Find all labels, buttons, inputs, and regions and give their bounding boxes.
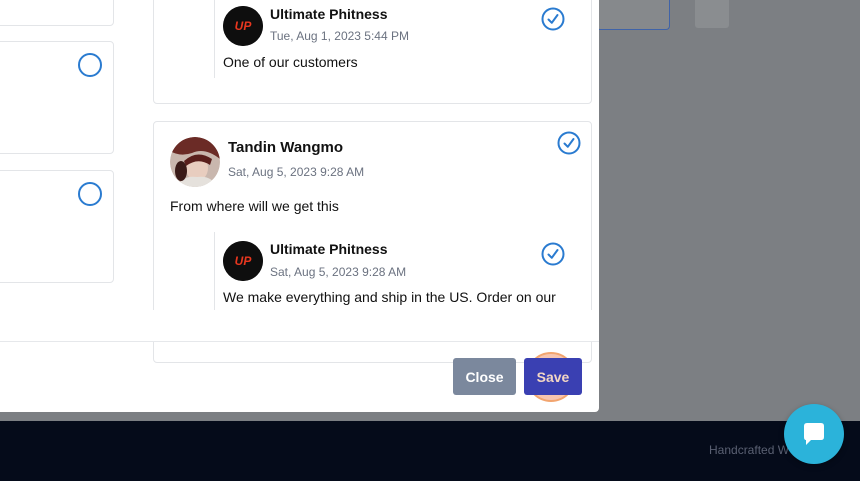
comment-card: UP Ultimate Phitness Tue, Aug 1, 2023 5:… (153, 0, 592, 104)
comment-timestamp: Sat, Aug 5, 2023 9:28 AM (228, 165, 365, 179)
ultimate-phitness-avatar: UP (223, 241, 263, 281)
left-card[interactable] (0, 0, 114, 26)
comment-author: Ultimate Phitness (270, 241, 388, 257)
scroll-area-mask (0, 310, 599, 341)
chat-widget-button[interactable] (784, 404, 844, 464)
close-button[interactable]: Close (453, 358, 516, 395)
radio-circle-icon[interactable] (78, 53, 102, 77)
left-card[interactable] (0, 170, 114, 283)
up-logo: UP (223, 6, 263, 46)
reply-thread-line (214, 0, 215, 78)
tandin-wangmo-avatar (170, 137, 220, 187)
comment-text: We make everything and ship in the US. O… (223, 289, 556, 305)
modal-footer-divider (0, 341, 599, 342)
chat-icon (804, 423, 824, 445)
save-button[interactable]: Save (524, 358, 582, 395)
comment-timestamp: Tue, Aug 1, 2023 5:44 PM (270, 29, 409, 43)
svg-text:UP: UP (235, 19, 253, 33)
comment-author: Tandin Wangmo (228, 139, 343, 156)
background-square-button (695, 0, 729, 28)
up-logo: UP (223, 241, 263, 281)
user-photo (170, 137, 220, 187)
comment-author: Ultimate Phitness (270, 6, 388, 22)
check-circle-icon[interactable] (541, 7, 565, 31)
comment-text: From where will we get this (170, 198, 339, 214)
background-outlined-field (596, 0, 670, 30)
check-circle-icon[interactable] (557, 131, 581, 155)
comments-modal: UP Ultimate Phitness Tue, Aug 1, 2023 5:… (0, 0, 599, 412)
radio-circle-icon[interactable] (78, 182, 102, 206)
comment-timestamp: Sat, Aug 5, 2023 9:28 AM (270, 265, 407, 279)
save-button-label: Save (536, 368, 570, 385)
check-circle-icon[interactable] (541, 242, 565, 266)
svg-text:UP: UP (235, 254, 253, 268)
ultimate-phitness-avatar: UP (223, 6, 263, 46)
comment-text: One of our customers (223, 54, 358, 70)
footer-text: Handcrafted W (709, 443, 790, 457)
reply-thread-line (214, 232, 215, 312)
left-card[interactable] (0, 41, 114, 154)
